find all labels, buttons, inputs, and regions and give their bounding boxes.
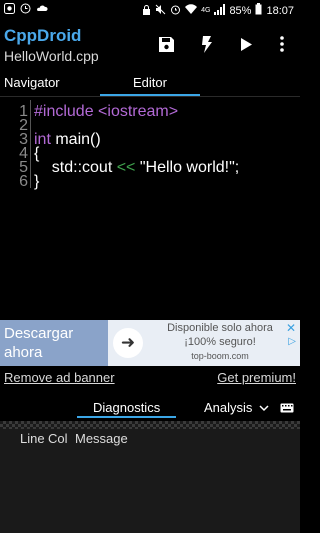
- more-vert-icon: [280, 36, 284, 52]
- code-line: #include <iostream>: [34, 103, 179, 120]
- chevron-down-icon[interactable]: [259, 400, 269, 418]
- ad-choices-icon[interactable]: ▷: [288, 336, 296, 347]
- arrow-right-icon: ➜: [120, 333, 136, 352]
- ad-line: top-boom.com: [191, 351, 249, 361]
- app-title: CppDroid: [4, 26, 82, 45]
- file-name: HelloWorld.cpp: [4, 48, 99, 64]
- tab-editor[interactable]: Editor: [133, 70, 167, 96]
- code-line: int main(): [34, 131, 101, 149]
- gutter-divider: [30, 100, 31, 188]
- save-icon: [158, 36, 174, 52]
- code-line: }: [34, 173, 40, 190]
- code-text: main(): [50, 131, 101, 148]
- column-header-message[interactable]: Message: [75, 431, 128, 446]
- keyboard-icon[interactable]: [280, 400, 294, 418]
- code-text: "Hello world!";: [135, 159, 240, 176]
- editor-tab-indicator: [100, 94, 200, 96]
- status-bar: 4G 85% 18:07: [0, 0, 300, 20]
- line-number: 6: [19, 173, 28, 190]
- mute-icon: [155, 4, 166, 18]
- signal-icon: [214, 3, 226, 18]
- tab-divider: [0, 96, 300, 97]
- run-icon: [240, 37, 252, 51]
- alarm-icon: [170, 4, 181, 18]
- save-button[interactable]: [152, 30, 180, 58]
- top-tabs: Navigator Editor: [0, 70, 300, 96]
- ad-close-icon[interactable]: ✕: [286, 321, 296, 335]
- wifi-icon: [185, 3, 198, 18]
- diagnostics-tab-indicator: [77, 416, 176, 418]
- battery-percent: 85%: [229, 4, 252, 17]
- weather-notification-icon: [36, 3, 48, 17]
- column-header-col[interactable]: Col: [48, 431, 68, 446]
- code-text: std::cout: [34, 159, 117, 176]
- remove-ad-link[interactable]: Remove ad banner: [4, 370, 115, 385]
- ad-description: Disponible solo ahora ¡100% seguro! top-…: [150, 321, 290, 363]
- more-options-button[interactable]: [268, 30, 296, 58]
- battery-icon: [255, 3, 262, 18]
- network-type: 4G: [201, 7, 211, 14]
- tab-analysis[interactable]: Analysis: [204, 398, 252, 418]
- run-button[interactable]: [232, 30, 260, 58]
- code-line: std::cout << "Hello world!";: [34, 159, 239, 177]
- column-header-line[interactable]: Line: [20, 431, 45, 446]
- operator: <<: [116, 159, 136, 176]
- ad-action-button[interactable]: ➜: [113, 328, 143, 358]
- get-premium-link[interactable]: Get premium!: [217, 370, 296, 385]
- clock-time: 18:07: [266, 4, 294, 17]
- photo-notification-icon: [4, 3, 15, 17]
- tab-navigator[interactable]: Navigator: [4, 70, 60, 96]
- ad-line: ¡100% seguro!: [184, 336, 256, 348]
- app-bar: CppDroid HelloWorld.cpp: [0, 20, 300, 70]
- tab-diagnostics[interactable]: Diagnostics: [93, 398, 160, 418]
- flash-icon: [202, 35, 212, 53]
- lock-icon: [142, 4, 151, 18]
- clock-notification-icon: [20, 3, 31, 17]
- panel-resize-handle[interactable]: [0, 421, 300, 429]
- ad-headline: Descargar ahora: [4, 325, 74, 361]
- build-button[interactable]: [193, 30, 221, 58]
- ad-line: Disponible solo ahora: [167, 322, 273, 334]
- diagnostics-panel: [0, 429, 300, 533]
